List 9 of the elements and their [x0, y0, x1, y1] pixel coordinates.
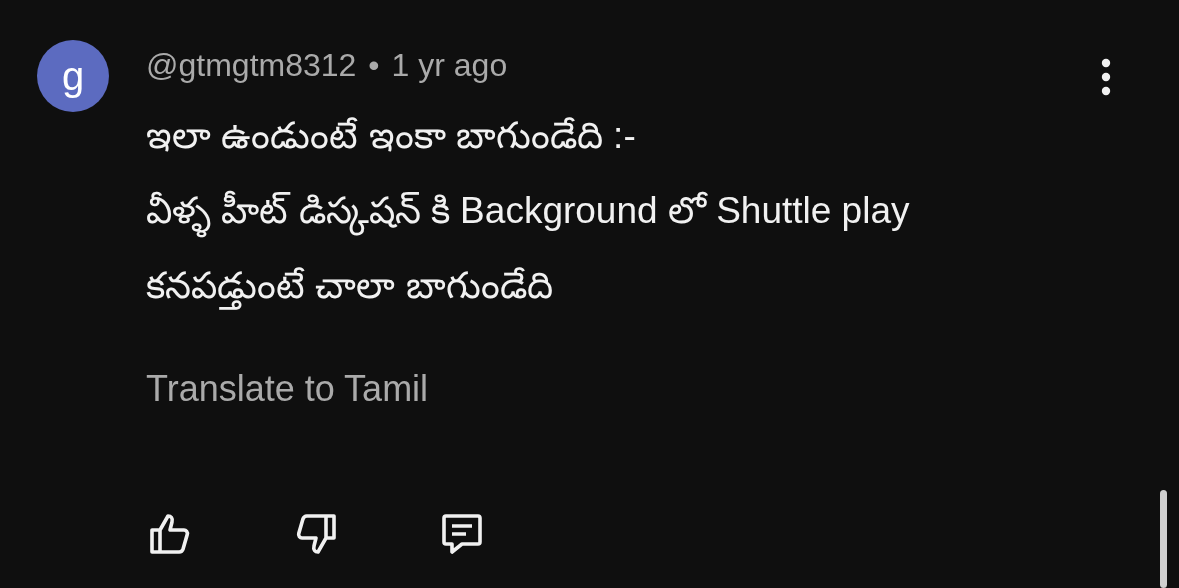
comment-text-line: ఇలా ఉండుంటే ఇంకా బాగుండేది :- [146, 114, 637, 158]
username[interactable]: @gtmgtm8312 [146, 46, 357, 84]
comment-text-line: కనపడ్తుంటే చాలా బాగుండేది [146, 248, 1106, 323]
scrollbar[interactable] [1160, 490, 1167, 588]
translate-link[interactable]: Translate to Tamil [146, 368, 429, 410]
timestamp: 1 yr ago [391, 46, 508, 84]
separator: • [368, 46, 380, 84]
comment-text-line: వీళ్ళ హీట్ డిస్కషన్ కి Background లో Shuttle play [146, 173, 1106, 248]
avatar[interactable]: g [37, 40, 109, 112]
